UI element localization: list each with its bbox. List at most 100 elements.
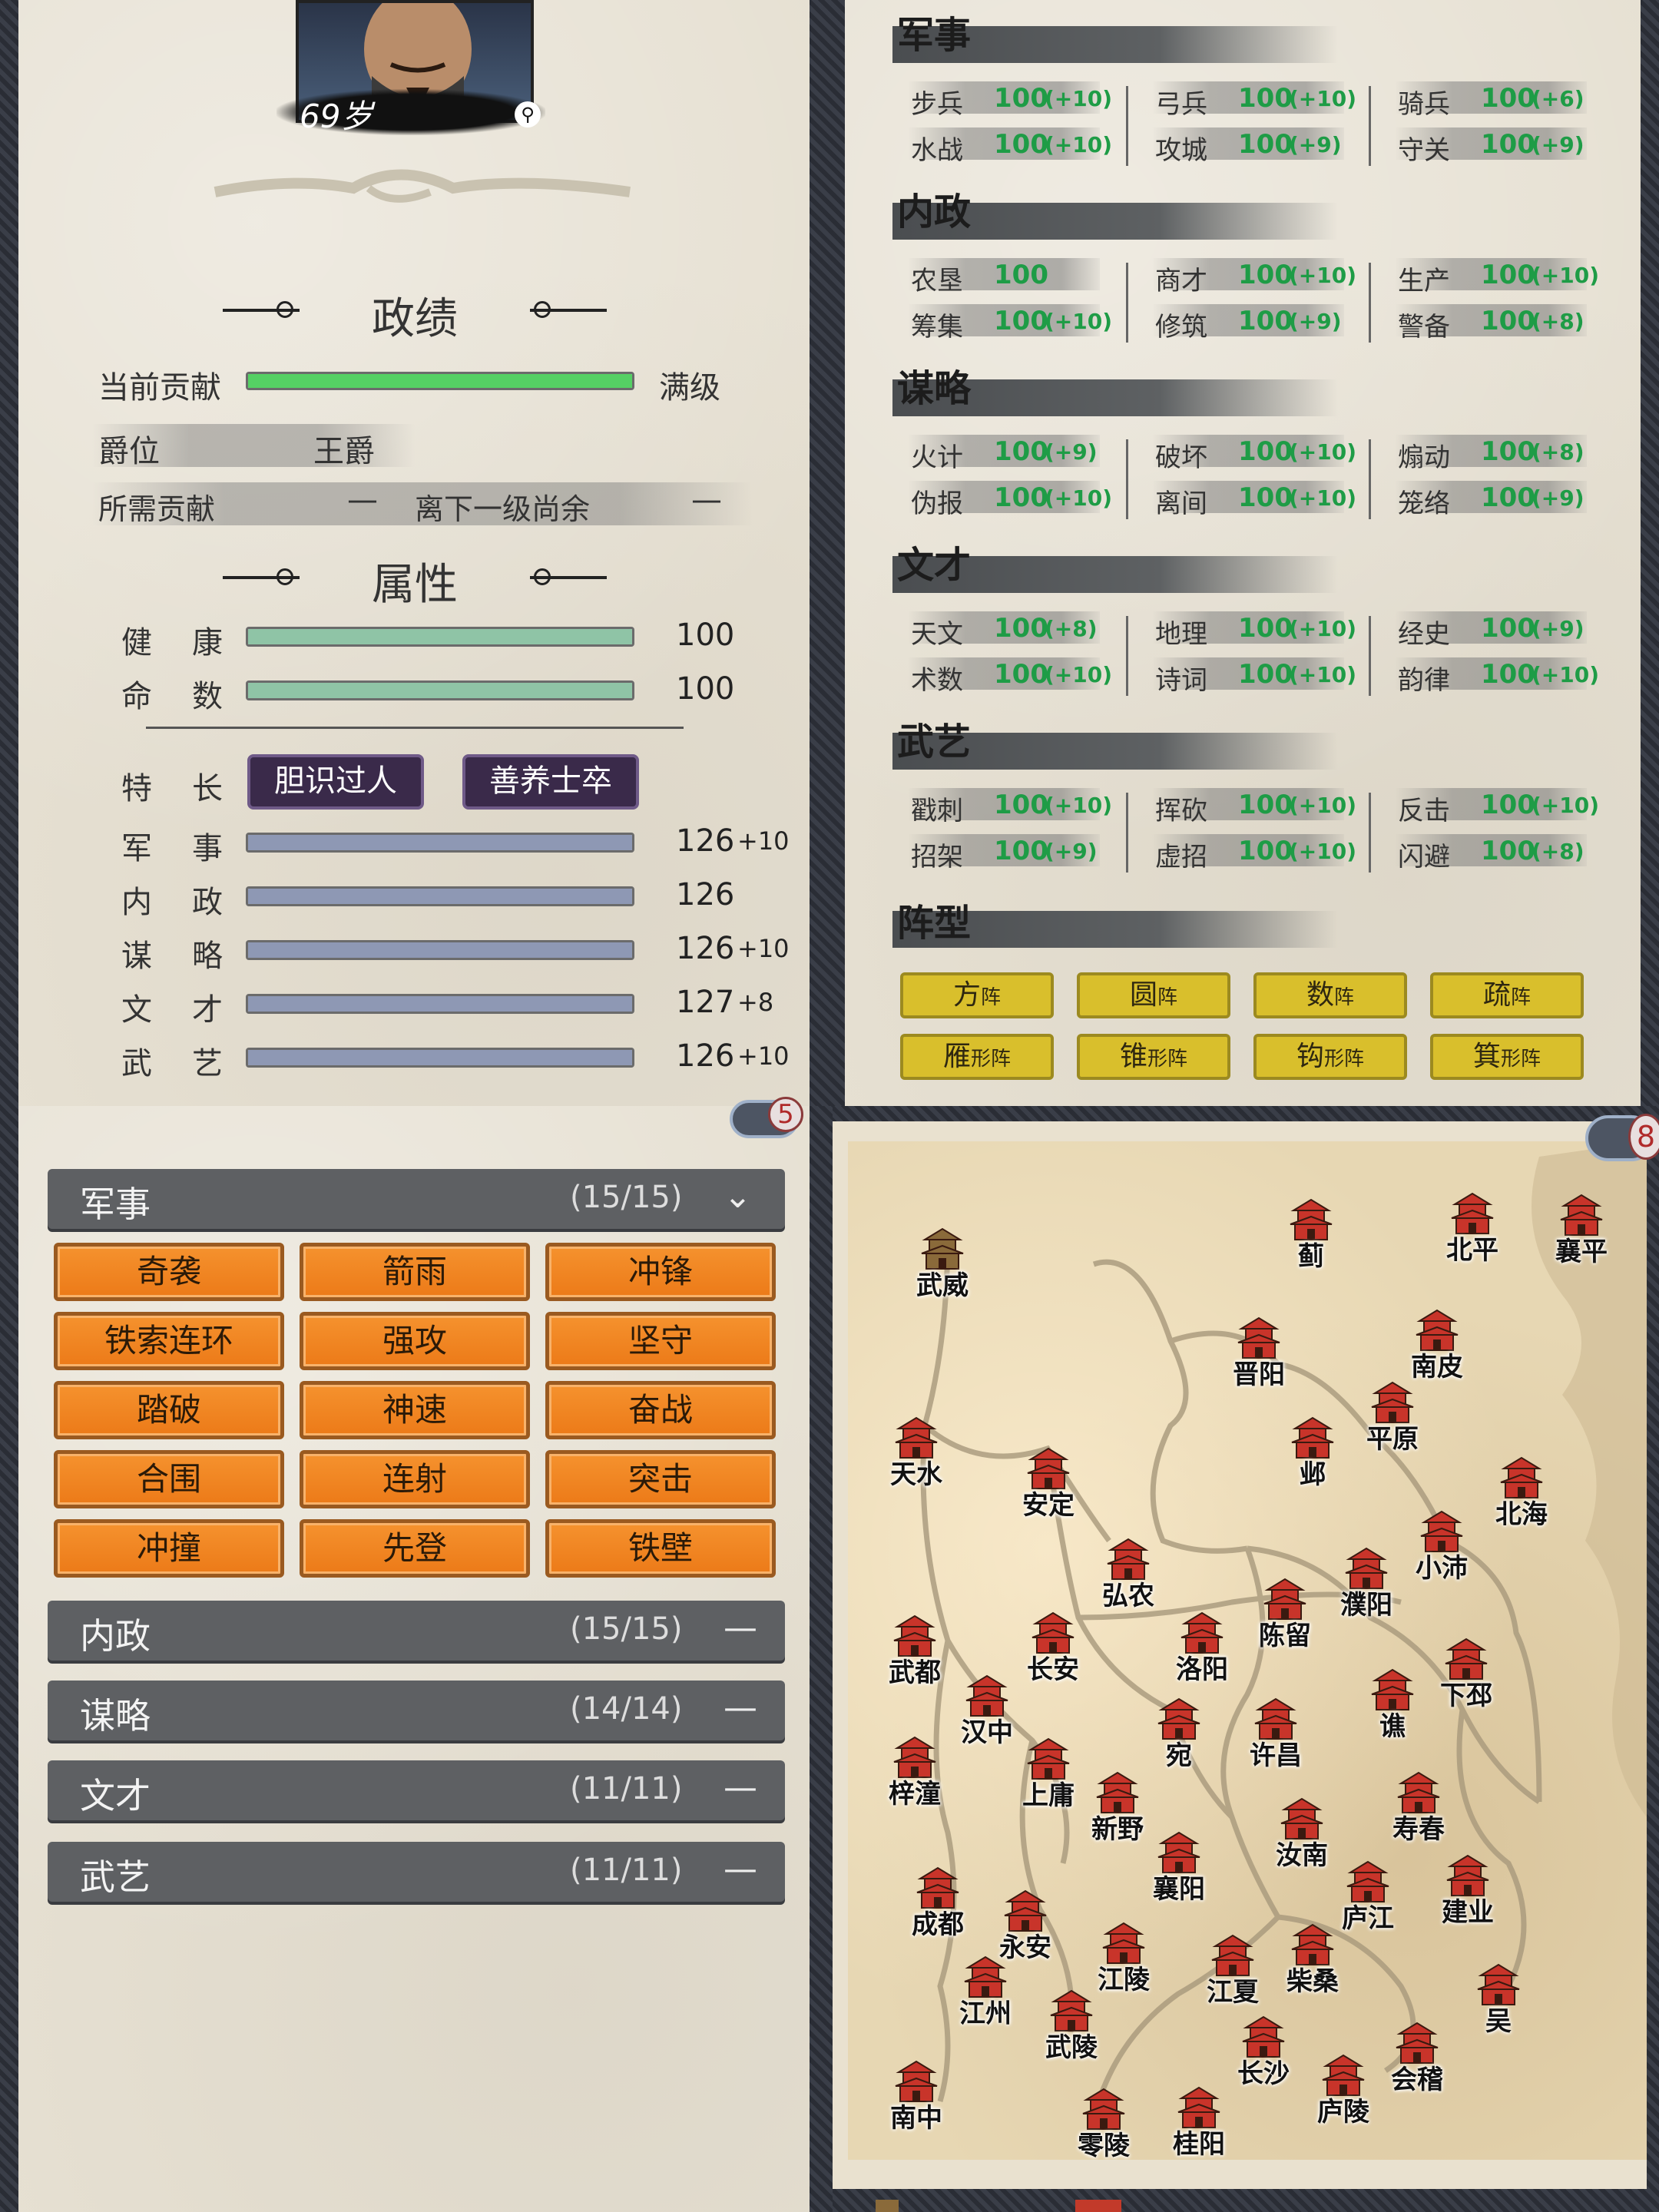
- city-marker[interactable]: 陈留: [1250, 1576, 1320, 1661]
- skill-bonus: (+10): [1289, 439, 1357, 465]
- city-marker[interactable]: 小沛: [1407, 1508, 1476, 1593]
- city-marker[interactable]: 武陵: [1037, 1988, 1106, 2072]
- city-marker[interactable]: 成都: [903, 1865, 972, 1949]
- city-marker[interactable]: 许昌: [1241, 1696, 1310, 1780]
- collapse-dash-icon[interactable]: —: [724, 1768, 757, 1807]
- magnify-icon[interactable]: ⚲: [515, 101, 541, 127]
- tactic-button[interactable]: 坚守: [545, 1312, 776, 1370]
- health-value: 100: [676, 618, 735, 653]
- skill-value: 100: [994, 482, 1048, 513]
- formation-button[interactable]: 雁形阵: [900, 1034, 1054, 1080]
- category-collapsed[interactable]: 谋略 (14/14) —: [48, 1681, 785, 1740]
- skill-value: 100: [1481, 260, 1535, 290]
- city-marker[interactable]: 襄阳: [1144, 1830, 1214, 1914]
- formation-button[interactable]: 锥形阵: [1077, 1034, 1230, 1080]
- tactic-button[interactable]: 铁壁: [545, 1519, 776, 1578]
- section-title: 军事: [897, 14, 972, 57]
- tactic-button[interactable]: 先登: [300, 1519, 530, 1578]
- skill-name: 戳刺: [911, 796, 963, 826]
- tactic-button[interactable]: 踏破: [54, 1381, 284, 1439]
- city-marker[interactable]: 洛阳: [1167, 1610, 1237, 1694]
- section-title: 内政: [897, 190, 972, 233]
- city-marker[interactable]: 零陵: [1069, 2086, 1138, 2171]
- formation-button[interactable]: 圆阵: [1077, 972, 1230, 1018]
- skill-name: 弓兵: [1155, 89, 1207, 120]
- stat-value: 126: [676, 823, 735, 859]
- city-marker[interactable]: 柴桑: [1278, 1922, 1347, 2006]
- category-collapsed[interactable]: 内政 (15/15) —: [48, 1601, 785, 1661]
- city-name: 陈留: [1259, 1621, 1311, 1651]
- tactic-button[interactable]: 合围: [54, 1450, 284, 1508]
- skill-value: 100: [1238, 613, 1293, 644]
- specialty-tag[interactable]: 胆识过人: [247, 754, 424, 810]
- tactic-button[interactable]: 奋战: [545, 1381, 776, 1439]
- fate-bar: [246, 680, 634, 700]
- category-military[interactable]: 军事 (15/15) ⌄: [48, 1169, 785, 1229]
- city-marker[interactable]: 平原: [1358, 1379, 1427, 1464]
- tactic-button[interactable]: 连射: [300, 1450, 530, 1508]
- skill-name: 煽动: [1398, 442, 1450, 473]
- city-marker[interactable]: 桂阳: [1164, 2085, 1233, 2169]
- collapse-dash-icon[interactable]: —: [724, 1608, 757, 1647]
- specialty-tag[interactable]: 善养士卒: [462, 754, 639, 810]
- city-marker[interactable]: 汉中: [952, 1673, 1022, 1757]
- city-marker[interactable]: 新野: [1083, 1770, 1152, 1854]
- skill-bonus: (+10): [1045, 86, 1113, 111]
- city-marker[interactable]: 长沙: [1229, 2014, 1298, 2098]
- tactic-button[interactable]: 神速: [300, 1381, 530, 1439]
- tactic-button[interactable]: 箭雨: [300, 1243, 530, 1301]
- tactic-button[interactable]: 奇袭: [54, 1243, 284, 1301]
- collapse-dash-icon[interactable]: —: [724, 1849, 757, 1889]
- city-marker[interactable]: 宛: [1144, 1696, 1214, 1780]
- city-marker[interactable]: 弘农: [1094, 1536, 1163, 1621]
- count-badge-left: 5: [768, 1097, 803, 1132]
- tactic-button[interactable]: 突击: [545, 1450, 776, 1508]
- city-marker[interactable]: 蓟: [1277, 1197, 1346, 1281]
- city-marker[interactable]: 长安: [1018, 1610, 1088, 1694]
- city-marker[interactable]: 建业: [1433, 1853, 1502, 1937]
- stat-label-2: 艺: [192, 1046, 223, 1081]
- city-marker[interactable]: 武都: [880, 1613, 949, 1697]
- column-divider: [1369, 439, 1371, 519]
- city-marker[interactable]: 谯: [1358, 1667, 1427, 1751]
- skill-name: 步兵: [911, 89, 963, 120]
- collapse-dash-icon[interactable]: —: [724, 1688, 757, 1727]
- city-name: 寿春: [1392, 1814, 1445, 1845]
- formation-button[interactable]: 箕形阵: [1430, 1034, 1584, 1080]
- skill-name: 天文: [911, 619, 963, 650]
- formation-button[interactable]: 钩形阵: [1253, 1034, 1407, 1080]
- skill-name: 诗词: [1155, 665, 1207, 696]
- tactic-button[interactable]: 冲锋: [545, 1243, 776, 1301]
- city-marker[interactable]: 北海: [1487, 1455, 1556, 1539]
- skill-name: 修筑: [1155, 312, 1207, 343]
- tactic-button[interactable]: 冲撞: [54, 1519, 284, 1578]
- formation-button[interactable]: 方阵: [900, 972, 1054, 1018]
- bottom-tab-left[interactable]: [876, 2200, 899, 2212]
- city-marker[interactable]: 邺: [1278, 1415, 1347, 1499]
- city-marker[interactable]: 晋阳: [1224, 1315, 1293, 1399]
- skill-value: 100: [994, 306, 1048, 336]
- category-collapsed[interactable]: 文才 (11/11) —: [48, 1760, 785, 1820]
- tactic-button[interactable]: 铁索连环: [54, 1312, 284, 1370]
- stat-bar-fill: [248, 1050, 632, 1065]
- formation-button[interactable]: 疏阵: [1430, 972, 1584, 1018]
- city-marker[interactable]: 梓潼: [880, 1734, 949, 1819]
- stat-value: 126: [676, 877, 735, 912]
- city-marker[interactable]: 庐陵: [1309, 2052, 1378, 2137]
- skill-bonus: (+8): [1045, 616, 1098, 641]
- city-marker[interactable]: 天水: [882, 1415, 951, 1499]
- city-marker[interactable]: 北平: [1438, 1190, 1507, 1275]
- city-marker[interactable]: 吴: [1464, 1962, 1533, 2046]
- city-marker[interactable]: 南中: [882, 2058, 951, 2143]
- city-marker[interactable]: 汝南: [1267, 1796, 1336, 1880]
- category-collapsed[interactable]: 武艺 (11/11) —: [48, 1842, 785, 1902]
- tactic-button[interactable]: 强攻: [300, 1312, 530, 1370]
- chevron-down-icon[interactable]: ⌄: [724, 1177, 752, 1216]
- city-marker[interactable]: 江州: [951, 1954, 1020, 2038]
- city-marker[interactable]: 寿春: [1384, 1770, 1453, 1854]
- city-marker[interactable]: 武威: [908, 1226, 977, 1310]
- city-marker[interactable]: 襄平: [1547, 1192, 1616, 1277]
- formation-button[interactable]: 数阵: [1253, 972, 1407, 1018]
- bottom-tab-right[interactable]: [1075, 2200, 1121, 2212]
- city-marker[interactable]: 安定: [1014, 1445, 1083, 1530]
